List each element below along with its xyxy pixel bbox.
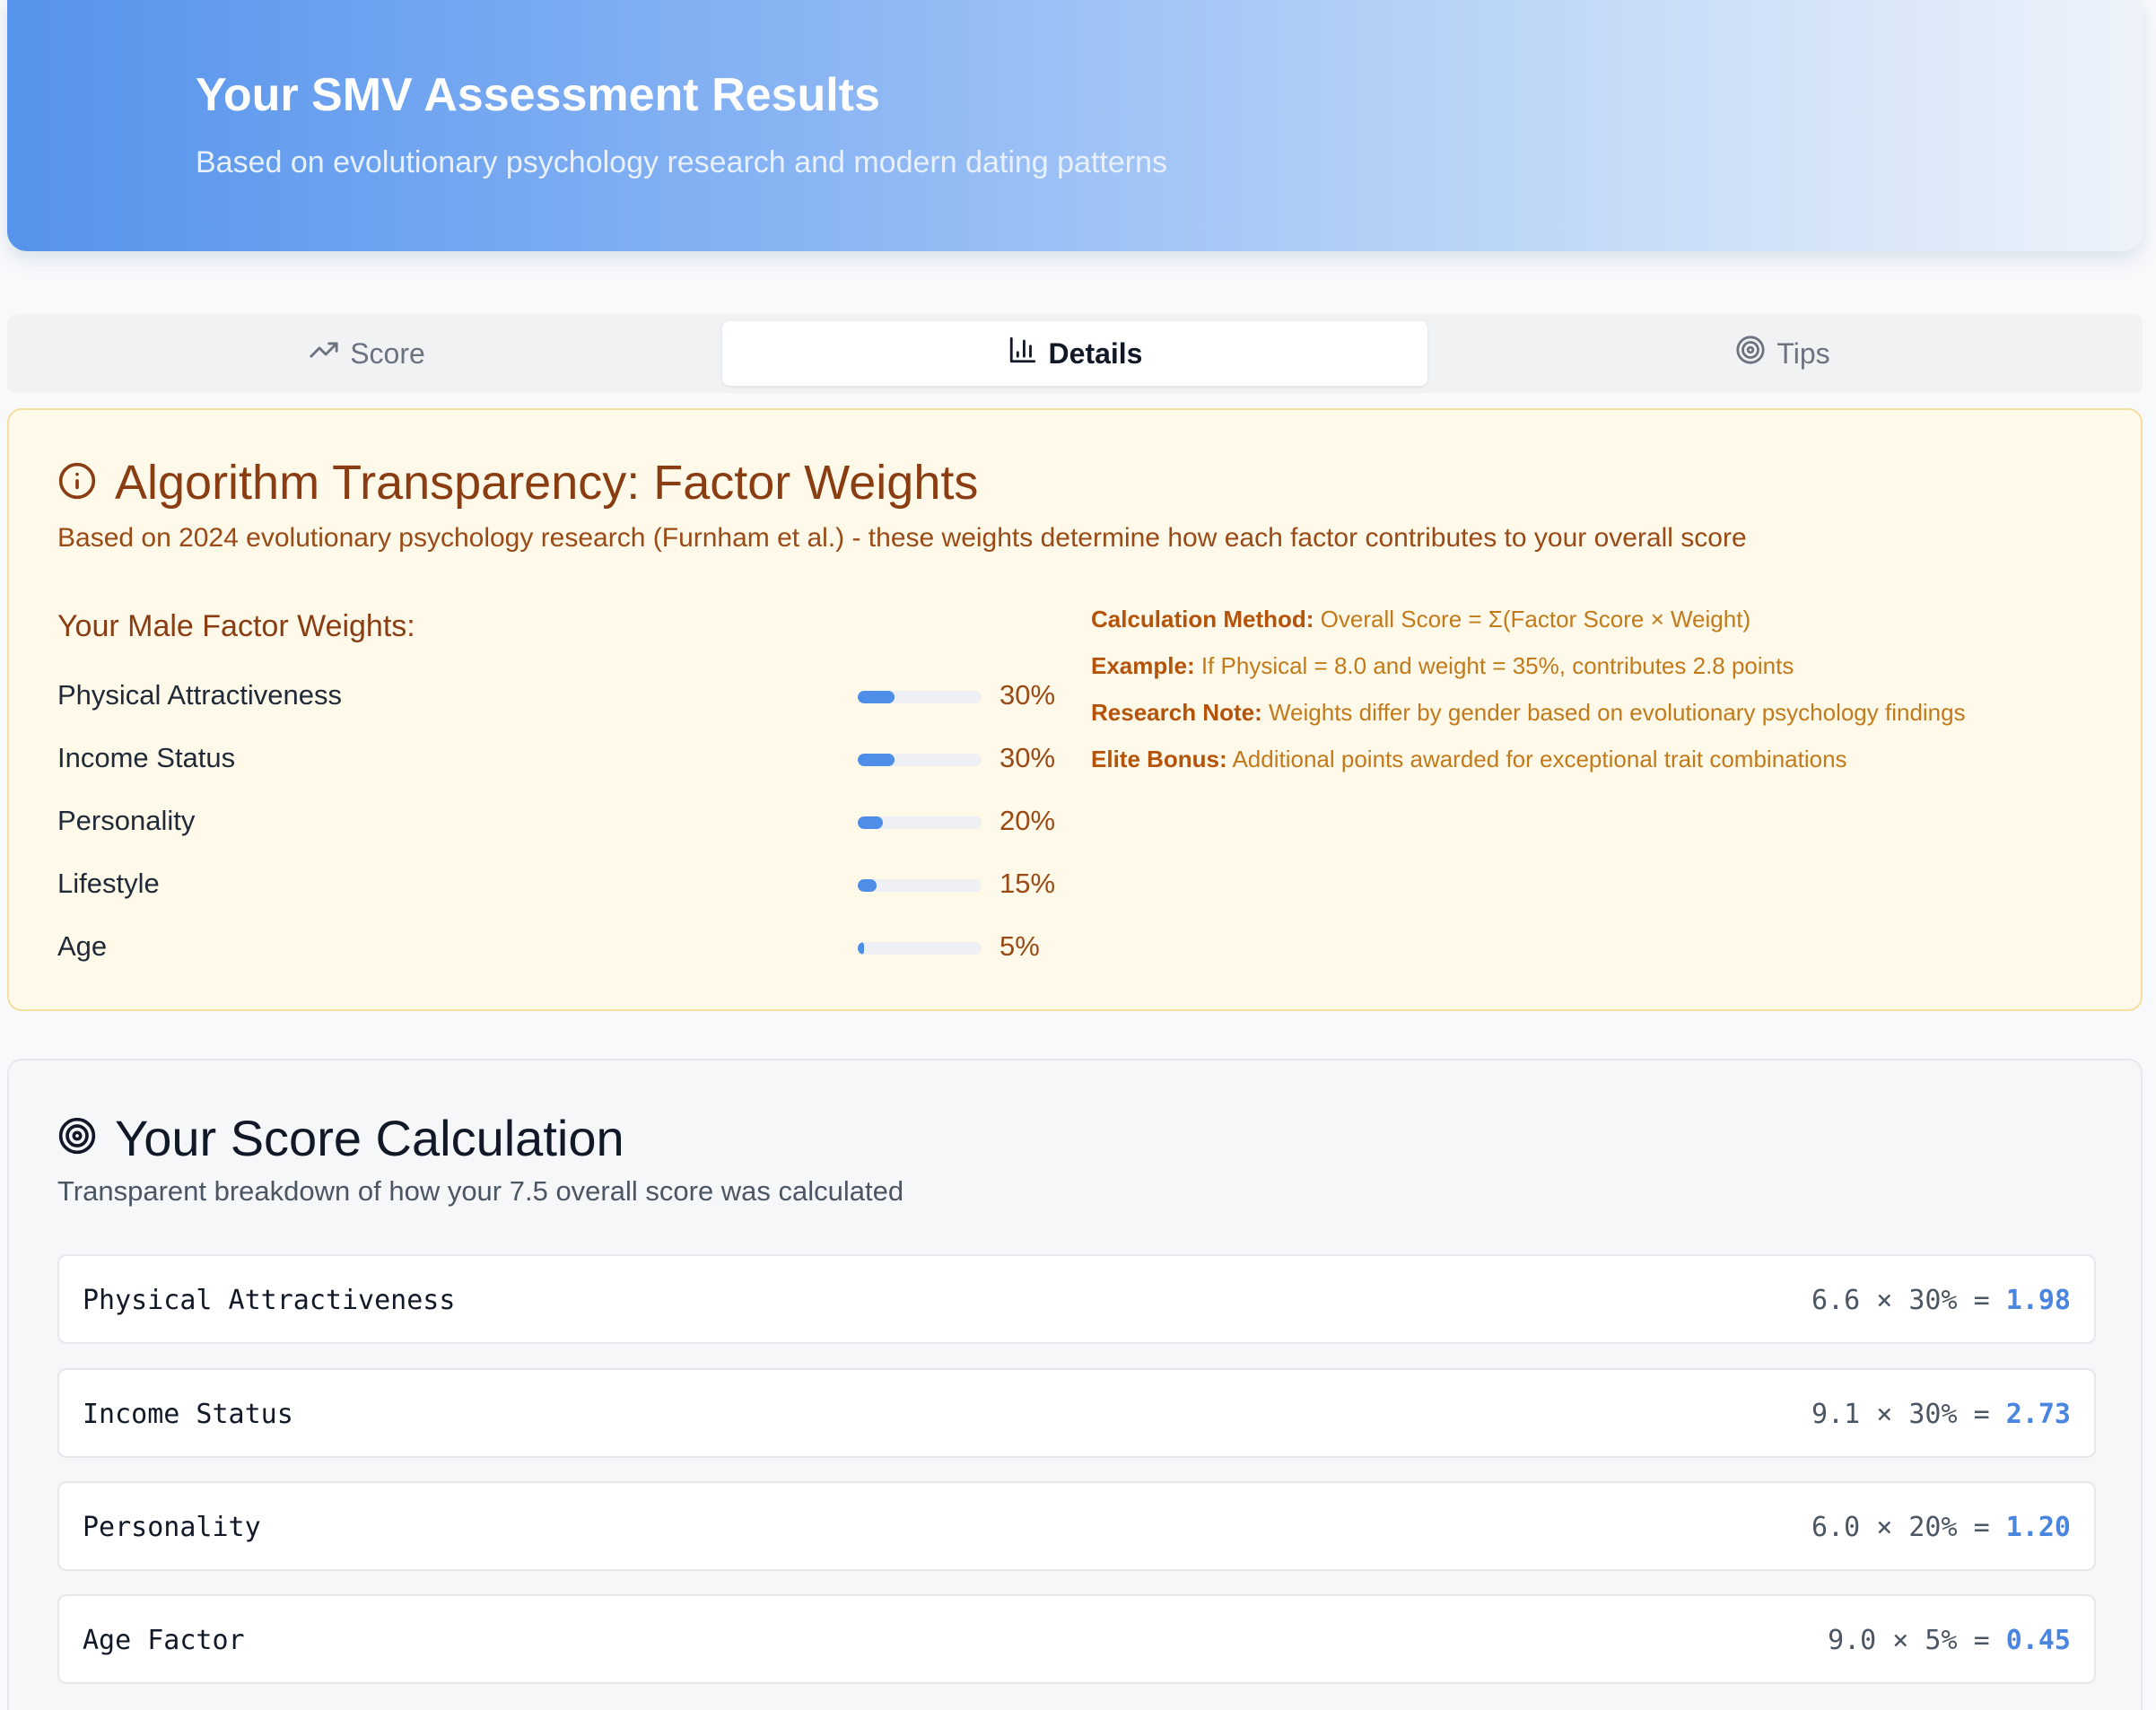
trending-up-icon <box>309 335 339 372</box>
tab-score[interactable]: Score <box>14 321 720 386</box>
weight-bar-fill <box>858 754 895 766</box>
factor-formula: 6.0 × 20% = 1.20 <box>1811 1512 2071 1543</box>
weight-row: Age 5% <box>57 925 1071 970</box>
weight-bar-fill <box>858 879 877 892</box>
note-label: Calculation Method: <box>1091 606 1314 633</box>
target-icon <box>1735 335 1766 372</box>
score-calculation-title: Your Score Calculation <box>115 1110 624 1166</box>
note-label: Research Note: <box>1091 699 1262 726</box>
factor-name: Age Factor <box>83 1625 245 1656</box>
note-text: If Physical = 8.0 and weight = 35%, cont… <box>1200 652 1794 679</box>
factor-formula: 9.0 × 5% = 0.45 <box>1828 1625 2071 1656</box>
factor-result: 0.45 <box>2005 1625 2071 1656</box>
weight-bar <box>858 879 982 892</box>
male-factor-weights-heading: Your Male Factor Weights: <box>57 609 415 643</box>
weight-row: Personality 20% <box>57 799 1071 844</box>
weight-bar <box>858 942 982 955</box>
weight-percent: 5% <box>999 930 1040 962</box>
page-title: Your SMV Assessment Results <box>196 69 880 121</box>
formula-text: 6.0 × 20% = <box>1811 1512 2006 1543</box>
score-calculation-heading: Your Score Calculation <box>57 1109 624 1167</box>
elite-bonus-note: Elite Bonus: Additional points awarded f… <box>1091 746 1847 773</box>
score-calculation-panel: Your Score Calculation Transparent break… <box>7 1059 2143 1710</box>
factor-weights-panel: Algorithm Transparency: Factor Weights B… <box>7 408 2143 1011</box>
tab-tips-label: Tips <box>1776 336 1830 370</box>
info-icon <box>57 461 97 505</box>
factor-formula: 6.6 × 30% = 1.98 <box>1811 1285 2071 1316</box>
weight-percent: 15% <box>999 868 1056 899</box>
weight-row: Income Status 30% <box>57 737 1071 781</box>
weight-row: Lifestyle 15% <box>57 862 1071 907</box>
tab-bar: Score Details Tips <box>7 314 2143 393</box>
research-note: Research Note: Weights differ by gender … <box>1091 699 1966 727</box>
calculation-method-note: Calculation Method: Overall Score = Σ(Fa… <box>1091 606 1750 633</box>
tab-score-label: Score <box>350 336 425 370</box>
calculation-row: Age Factor 9.0 × 5% = 0.45 <box>57 1594 2096 1684</box>
factor-result: 1.98 <box>2005 1285 2071 1316</box>
factor-result: 1.20 <box>2005 1512 2071 1543</box>
weight-row: Physical Attractiveness 30% <box>57 674 1071 719</box>
calculation-row: Personality 6.0 × 20% = 1.20 <box>57 1481 2096 1571</box>
tab-details-label: Details <box>1048 336 1143 370</box>
weight-label: Personality <box>57 805 196 836</box>
page-subtitle: Based on evolutionary psychology researc… <box>196 145 1168 179</box>
weight-label: Lifestyle <box>57 868 160 899</box>
factor-result: 2.73 <box>2005 1399 2071 1430</box>
factor-weights-heading: Algorithm Transparency: Factor Weights <box>57 455 978 510</box>
weight-bar-fill <box>858 942 864 955</box>
weight-percent: 20% <box>999 805 1056 836</box>
formula-text: 6.6 × 30% = <box>1811 1285 2006 1316</box>
tab-tips[interactable]: Tips <box>1430 321 2135 386</box>
formula-text: 9.0 × 5% = <box>1828 1625 2006 1656</box>
weight-label: Physical Attractiveness <box>57 679 343 711</box>
note-label: Elite Bonus: <box>1091 746 1227 772</box>
weight-bar <box>858 691 982 703</box>
note-text: Overall Score = Σ(Factor Score × Weight) <box>1320 606 1751 633</box>
weight-label: Income Status <box>57 742 236 773</box>
target-icon <box>57 1116 97 1160</box>
note-label: Example: <box>1091 652 1195 679</box>
weight-label: Age <box>57 930 108 962</box>
note-text: Weights differ by gender based on evolut… <box>1268 699 1966 726</box>
results-header: Your SMV Assessment Results Based on evo… <box>7 0 2143 251</box>
factor-formula: 9.1 × 30% = 2.73 <box>1811 1399 2071 1430</box>
weight-bar-fill <box>858 691 895 703</box>
weight-percent: 30% <box>999 742 1056 773</box>
example-note: Example: If Physical = 8.0 and weight = … <box>1091 652 1794 680</box>
bar-chart-icon <box>1008 335 1038 372</box>
weight-bar <box>858 816 982 829</box>
factor-weights-title: Algorithm Transparency: Factor Weights <box>115 456 979 510</box>
factor-name: Physical Attractiveness <box>83 1285 456 1316</box>
factor-name: Personality <box>83 1512 261 1543</box>
factor-weights-description: Based on 2024 evolutionary psychology re… <box>57 523 1747 553</box>
note-text: Additional points awarded for exceptiona… <box>1232 746 1847 772</box>
calculation-row: Physical Attractiveness 6.6 × 30% = 1.98 <box>57 1254 2096 1344</box>
tab-details[interactable]: Details <box>722 321 1427 386</box>
score-calculation-description: Transparent breakdown of how your 7.5 ov… <box>57 1175 904 1207</box>
factor-name: Income Status <box>83 1399 293 1430</box>
formula-text: 9.1 × 30% = <box>1811 1399 2006 1430</box>
weight-percent: 30% <box>999 679 1056 711</box>
calculation-row: Income Status 9.1 × 30% = 2.73 <box>57 1368 2096 1458</box>
weight-bar-fill <box>858 816 883 829</box>
weight-bar <box>858 754 982 766</box>
